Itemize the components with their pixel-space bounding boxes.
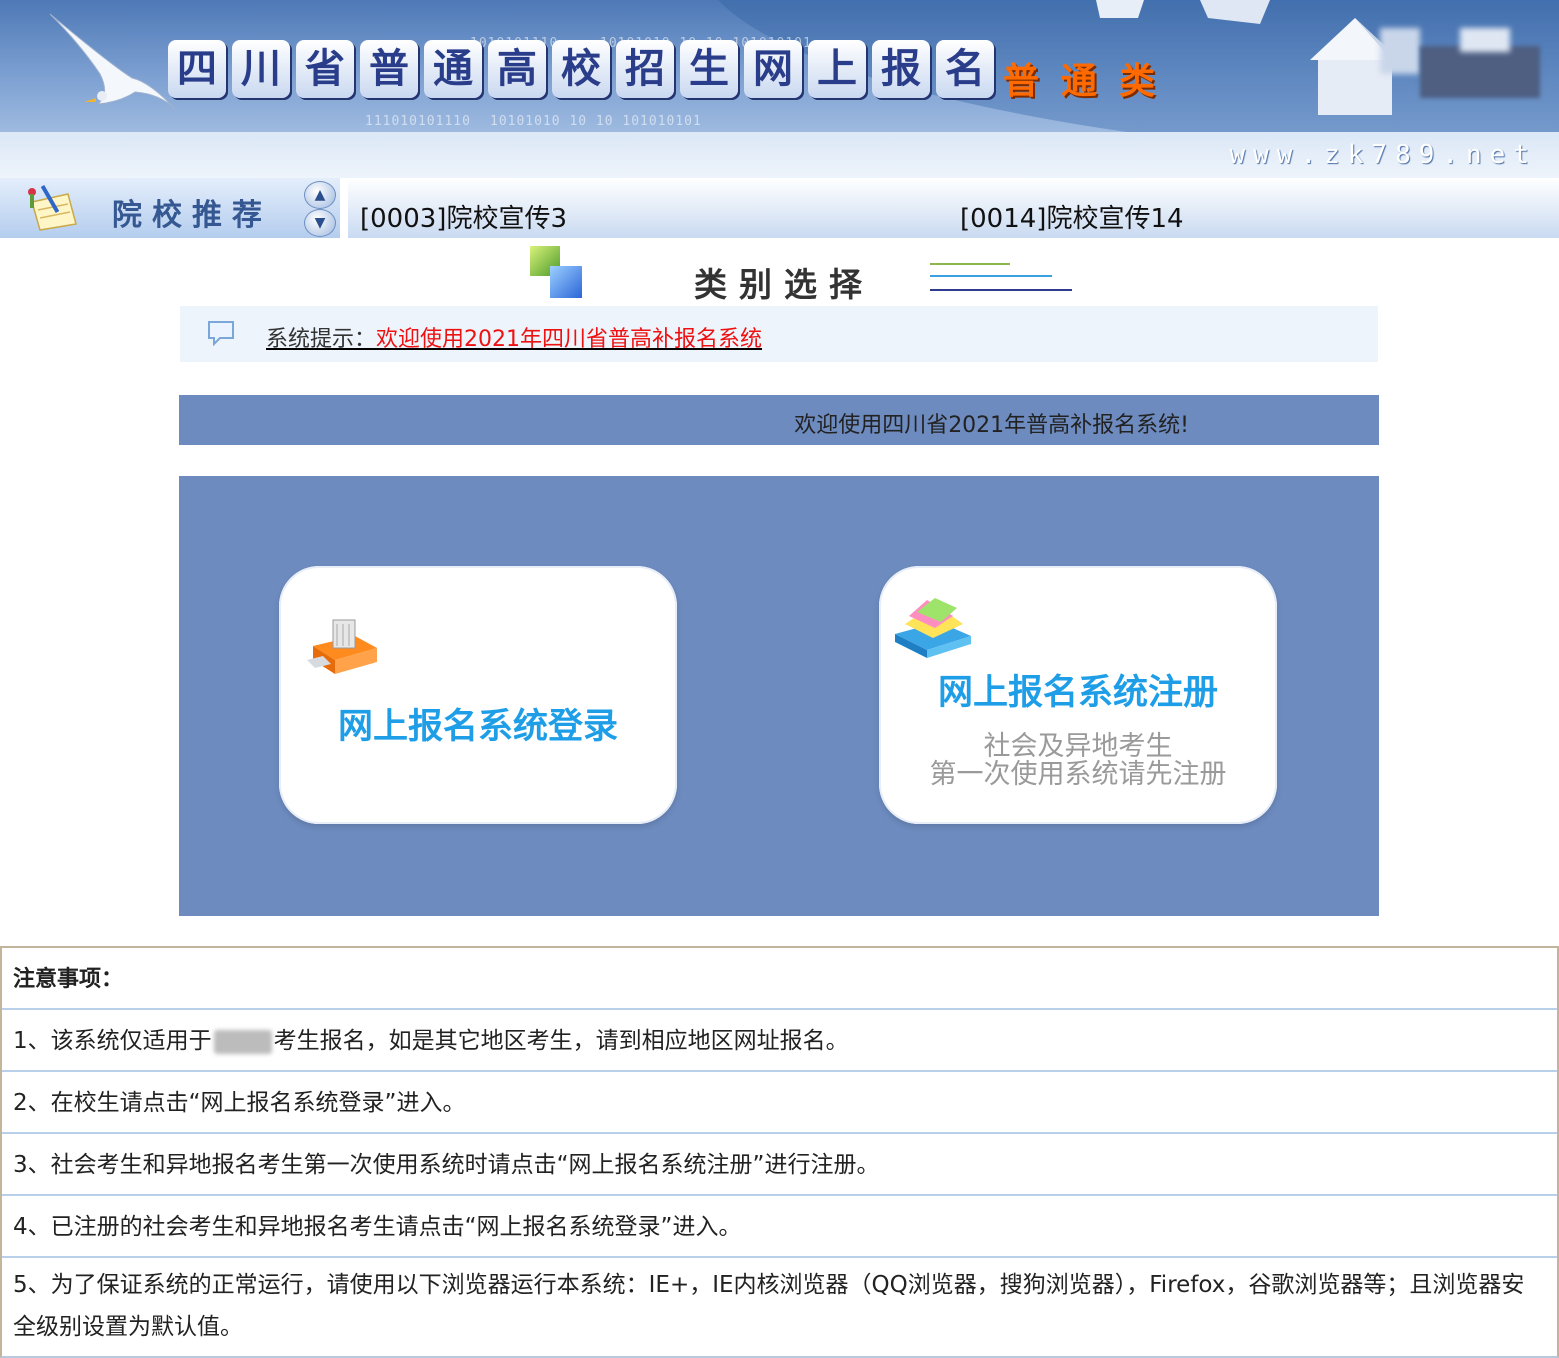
notice-message-link[interactable]: 欢迎使用2021年四川省普高补报名系统: [376, 327, 762, 352]
site-title-char: 校: [552, 40, 610, 98]
site-title-char: 招: [616, 40, 674, 98]
redacted-logo: [1380, 28, 1540, 98]
speech-bubble-icon: [208, 321, 234, 346]
site-title-char: 生: [680, 40, 738, 98]
site-subtitle: 普 通 类: [995, 58, 1163, 106]
login-cabinet-icon: [307, 619, 377, 674]
site-subtitle-char: 普: [1002, 61, 1039, 102]
notes-item-text: 1、该系统仅适用于: [13, 1028, 212, 1054]
site-title-char: 通: [424, 40, 482, 98]
notes-item: 4、已注册的社会考生和异地报名考生请点击“网上报名系统登录”进入。: [2, 1196, 1557, 1258]
site-title-char: 高: [488, 40, 546, 98]
site-title-char: 省: [296, 40, 354, 98]
register-button[interactable]: 网上报名系统注册 社会及异地考生 第一次使用系统请先注册: [879, 566, 1277, 824]
seagull-icon: [49, 13, 176, 110]
scroll-down-button[interactable]: ▼: [304, 209, 336, 237]
register-title: 网上报名系统注册: [937, 673, 1218, 713]
title-lines-decoration: [930, 263, 1072, 291]
category-squares-icon: [530, 246, 582, 298]
site-url: www.zk789.net: [1229, 140, 1537, 170]
site-title-char: 四: [168, 40, 226, 98]
welcome-text: 欢迎使用四川省2021年普高补报名系统!: [794, 413, 1189, 438]
recommend-link[interactable]: [0014]院校宣传14: [960, 198, 1184, 235]
category-title: 类别选择: [694, 265, 874, 304]
entry-panel: 网上报名系统登录 网上报名系统注册 社会及异地考生 第一次使用系统请先注册: [179, 476, 1379, 916]
notice-label: 系统提示：: [266, 327, 377, 352]
login-button[interactable]: 网上报名系统登录: [279, 566, 677, 824]
site-title-char: 川: [232, 40, 290, 98]
notes-item: 1、该系统仅适用于 考生报名，如是其它地区考生，请到相应地区网址报名。: [2, 1010, 1557, 1072]
system-notice: 系统提示：欢迎使用2021年四川省普高补报名系统: [180, 306, 1378, 362]
banner-binary-text: 111010101110: [365, 114, 471, 129]
recommend-link[interactable]: [0003]院校宣传3: [360, 198, 567, 235]
site-title-char: 普: [360, 40, 418, 98]
site-title-char: 上: [808, 40, 866, 98]
recommend-bar: 院校推荐 ▲ ▼ [0003]院校宣传3 [0014]院校宣传14: [0, 178, 1559, 238]
welcome-bar: 欢迎使用四川省2021年普高补报名系统!: [179, 395, 1379, 445]
recommend-title: 院校推荐: [112, 198, 272, 233]
site-title: 四 川 省 普 通 高 校 招 生 网 上 报 名: [168, 40, 994, 98]
banner-binary-text: 10101010 10 10 101010101: [490, 114, 702, 129]
site-subtitle-char: 通: [1060, 61, 1097, 102]
notes-item: 2、在校生请点击“网上报名系统登录”进入。: [2, 1072, 1557, 1134]
cube-decoration-icon: [1096, 0, 1144, 18]
recommend-separator: [340, 178, 348, 238]
register-books-icon: [895, 598, 971, 658]
register-subtitle-2: 第一次使用系统请先注册: [929, 759, 1227, 790]
site-title-char: 名: [936, 40, 994, 98]
site-title-char: 网: [744, 40, 802, 98]
site-title-char: 报: [872, 40, 930, 98]
notepad-pencil-icon: [28, 185, 77, 231]
notice-text: 系统提示：欢迎使用2021年四川省普高补报名系统: [266, 321, 762, 353]
site-subtitle-char: 类: [1118, 61, 1155, 102]
notes-item: 5、为了保证系统的正常运行，请使用以下浏览器运行本系统：IE+，IE内核浏览器（…: [13, 1272, 1525, 1340]
redacted-region: [213, 1029, 272, 1054]
scroll-up-button[interactable]: ▲: [304, 181, 336, 209]
notes-item-text: 考生报名，如是其它地区考生，请到相应地区网址报名。: [273, 1028, 849, 1054]
header-banner: 1010101110 10101010 10 10 101010101 1110…: [0, 0, 1559, 178]
cube-decoration-icon: [1200, 0, 1270, 24]
notes-item: 3、社会考生和异地报名考生第一次使用系统时请点击“网上报名系统注册”进行注册。: [2, 1134, 1557, 1196]
login-title: 网上报名系统登录: [337, 707, 618, 747]
notes-table: 注意事项： 1、该系统仅适用于 考生报名，如是其它地区考生，请到相应地区网址报名。…: [0, 946, 1559, 1358]
notes-heading: 注意事项：: [2, 948, 1557, 1010]
register-subtitle-1: 社会及异地考生: [983, 731, 1173, 762]
recommend-header: 院校推荐 ▲ ▼: [0, 178, 340, 238]
